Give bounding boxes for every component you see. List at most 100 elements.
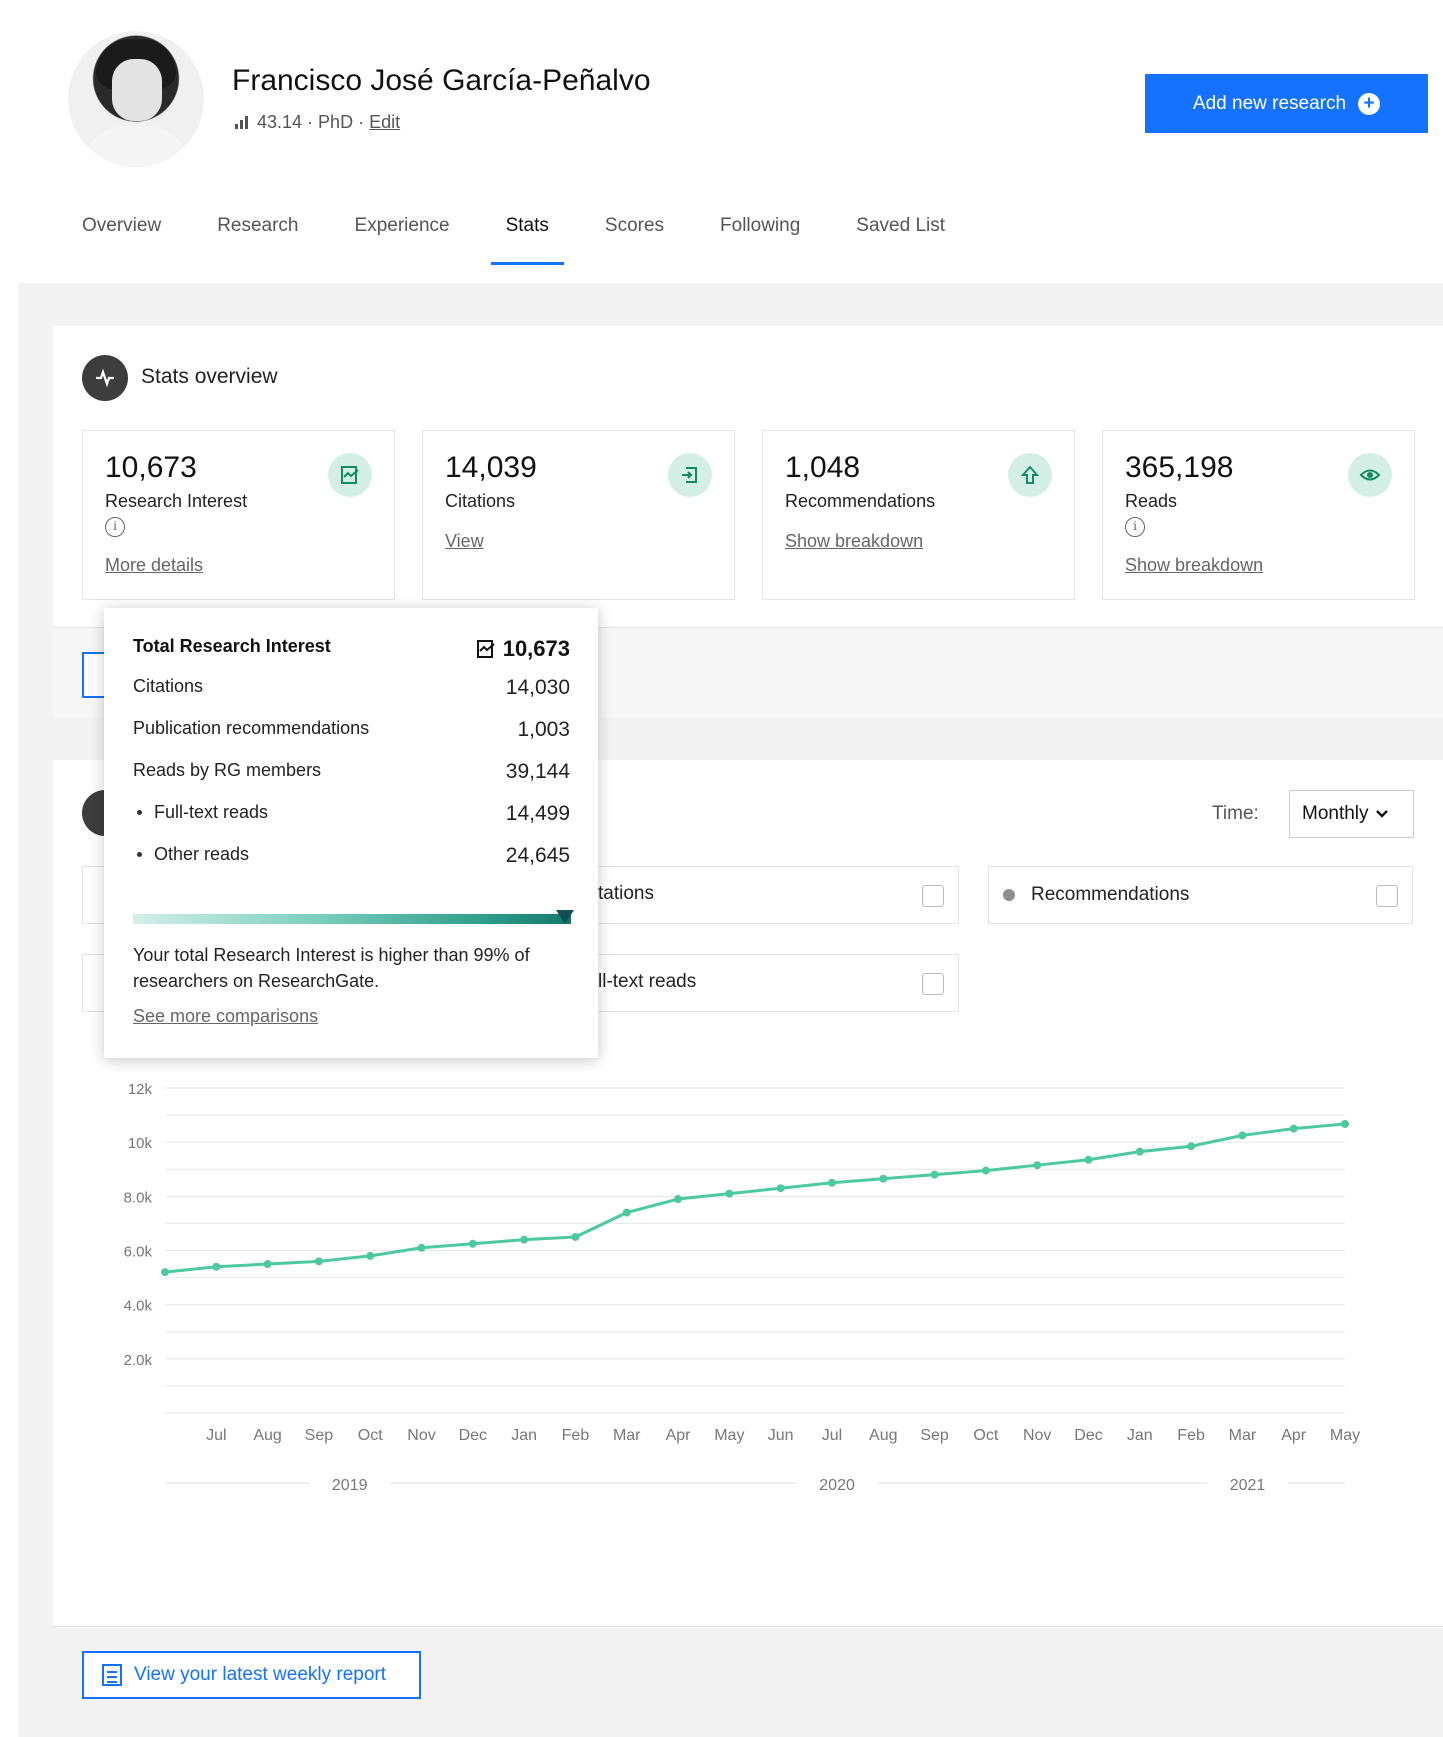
tooltip-row: Reads by RG members 39,144 [133,760,570,784]
profile-meta: 43.14 · PhD · Edit [235,112,400,133]
y-tick-label: 10k [128,1135,153,1152]
data-point [468,1239,477,1248]
avatar[interactable] [68,31,204,167]
show-breakdown-link[interactable]: Show breakdown [785,531,923,552]
data-point [1084,1155,1093,1164]
data-point [161,1268,169,1277]
research-interest-icon [476,640,495,658]
add-new-research-button[interactable]: Add new research + [1145,74,1428,133]
bullet [137,810,142,815]
tooltip-row: Full-text reads 14,499 [133,802,570,826]
x-tick-label: Jan [511,1427,537,1444]
tooltip-row-value: 39,144 [505,760,570,783]
eye-icon [1348,453,1392,497]
data-point [930,1170,939,1179]
stat-label: Recommendations [785,491,936,511]
percentile-marker-icon [556,910,574,924]
x-tick-label: May [714,1427,744,1444]
data-point [1033,1161,1042,1170]
x-tick-label: Feb [1177,1427,1205,1444]
chip-label: ll-text reads [598,971,697,992]
tab-overview[interactable]: Overview [82,215,161,265]
data-point [879,1174,888,1183]
stat-value: 365,198 [1125,451,1234,484]
x-tick-label: Nov [407,1427,435,1444]
x-tick-label: Sep [305,1427,334,1444]
tab-research[interactable]: Research [217,215,298,265]
x-tick-label: Jun [768,1427,794,1444]
chip-label: tations [598,883,654,904]
rg-score: 43.14 [257,112,303,132]
stat-value: 14,039 [445,451,537,484]
meta-separator: · [358,112,365,132]
percentile-bar [133,914,571,924]
x-tick-label: Feb [562,1427,590,1444]
score-bars-icon [235,116,248,129]
x-tick-label: Dec [459,1427,487,1444]
tab-experience[interactable]: Experience [355,215,450,265]
time-select[interactable]: Monthly [1289,790,1414,838]
data-point [622,1208,631,1217]
see-more-comparisons-link[interactable]: See more comparisons [133,1006,318,1027]
x-tick-label: Aug [869,1427,897,1444]
stat-card-reads: 365,198 Reads i Show breakdown [1102,430,1415,600]
data-point [725,1189,734,1198]
show-breakdown-link[interactable]: Show breakdown [1125,555,1263,576]
info-icon[interactable]: i [105,517,125,537]
tooltip-total: 10,673 [502,636,570,661]
chip-label: Recommendations [1031,884,1190,905]
x-tick-label: Oct [973,1427,998,1444]
tooltip-row-label: Citations [133,676,204,696]
data-point [212,1262,221,1271]
x-tick-label: Dec [1074,1427,1102,1444]
stat-value: 1,048 [785,451,861,484]
tab-stats[interactable]: Stats [490,215,565,265]
data-point [1341,1119,1349,1128]
profile-name: Francisco José García-Peñalvo [232,64,651,97]
profile-header: Francisco José García-Peñalvo 43.14 · Ph… [0,0,1443,290]
data-point [1187,1142,1196,1151]
activity-icon [82,355,128,401]
tooltip-row-label: Other reads [154,844,250,864]
research-interest-icon [328,453,372,497]
tab-scores[interactable]: Scores [605,215,664,265]
tooltip-row: Other reads 24,645 [133,844,570,868]
x-tick-label: Mar [613,1427,641,1444]
tab-following[interactable]: Following [720,215,800,265]
y-tick-label: 8.0k [124,1189,153,1206]
view-citations-link[interactable]: View [445,531,484,552]
x-tick-label: Apr [1281,1427,1307,1444]
stat-value: 10,673 [105,451,197,484]
tooltip-row-label: Publication recommendations [133,718,370,738]
weekly-report-button[interactable]: View your latest weekly report [82,1651,421,1699]
tooltip-row-label: Reads by RG members [133,760,322,780]
tab-saved-list[interactable]: Saved List [856,215,945,265]
profile-tabs: Overview Research Experience Stats Score… [82,215,1001,265]
data-point [520,1235,529,1244]
data-point [827,1178,836,1187]
x-tick-label: Mar [1229,1427,1257,1444]
chip-checkbox[interactable] [1376,885,1398,907]
edit-link[interactable]: Edit [369,112,400,133]
series-line [164,1122,1346,1274]
x-tick-label: Nov [1023,1427,1051,1444]
year-label: 2020 [819,1477,855,1494]
data-point [981,1166,990,1175]
meta-separator: · [307,112,314,132]
chevron-down-icon [1375,803,1389,825]
info-icon[interactable]: i [1125,517,1145,537]
x-tick-label: May [1330,1427,1360,1444]
data-point [1289,1124,1298,1133]
data-point [1238,1131,1247,1140]
x-tick-label: Jul [206,1427,226,1444]
more-details-link[interactable]: More details [105,555,203,576]
series-chip-recommendations[interactable]: Recommendations [988,866,1413,924]
y-tick-label: 12k [128,1081,153,1098]
data-point [366,1251,375,1260]
degree: PhD [318,112,354,132]
chip-checkbox[interactable] [922,973,944,995]
tooltip-row-value: 14,030 [505,676,570,699]
chip-checkbox[interactable] [922,885,944,907]
research-interest-chart: 2.0k 4.0k 6.0k 8.0k 10k 12k Jul Aug Sep Oct Nov Dec… [124,1081,1360,1494]
x-tick-label: Oct [358,1427,383,1444]
